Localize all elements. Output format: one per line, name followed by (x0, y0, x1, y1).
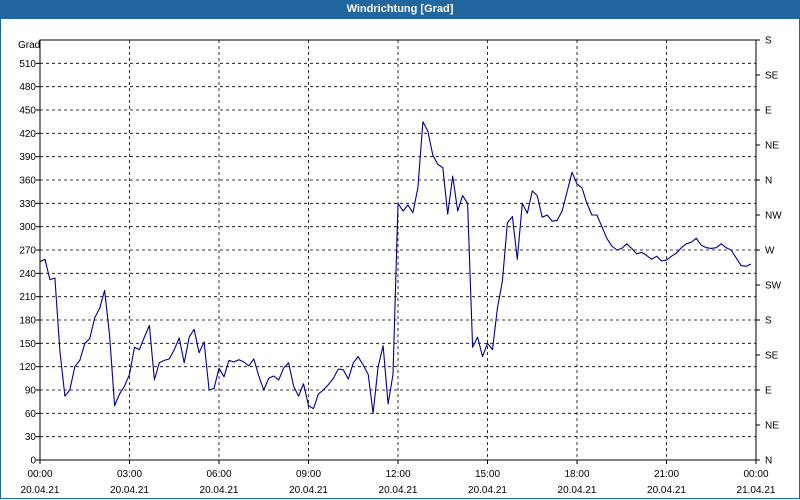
right-direction-label: N (765, 176, 772, 187)
x-axis-tick-labels: 00:00 20.04.21 03:00 20.04.21 06:00 20.04.21 0… (21, 469, 776, 496)
x-tick-time-label: 21:00 (654, 469, 679, 480)
y-tick-label: 390 (19, 152, 36, 163)
right-direction-label: E (765, 386, 772, 397)
right-direction-label: SW (765, 281, 782, 292)
y-tick-label: 240 (19, 269, 36, 280)
x-tick-date-label: 20.04.21 (468, 485, 507, 496)
y-tick-label: 450 (19, 106, 36, 117)
y-tick-label: 420 (19, 129, 36, 140)
x-tick-time-label: 00:00 (27, 469, 52, 480)
x-tick-time-label: 06:00 (206, 469, 231, 480)
x-tick-date-label: 20.04.21 (379, 485, 418, 496)
x-tick-date-label: 21.04.21 (737, 485, 776, 496)
right-direction-label: NW (765, 211, 782, 222)
y-tick-label: 360 (19, 176, 36, 187)
right-direction-label: N (765, 456, 772, 467)
x-tick-date-label: 20.04.21 (289, 485, 328, 496)
right-direction-label: S (765, 316, 772, 327)
x-tick-time-label: 09:00 (296, 469, 321, 480)
y-tick-label: 150 (19, 339, 36, 350)
right-direction-label: NE (765, 421, 779, 432)
y-tick-label: 0 (30, 456, 36, 467)
y-tick-label: 60 (25, 409, 37, 420)
right-direction-label: S (765, 36, 772, 47)
y-tick-label: 210 (19, 292, 36, 303)
right-direction-label: NE (765, 141, 779, 152)
y-tick-label: 90 (25, 386, 37, 397)
y-tick-label: 120 (19, 362, 36, 373)
x-tick-date-label: 20.04.21 (110, 485, 149, 496)
x-tick-date-label: 20.04.21 (647, 485, 686, 496)
series-line (39, 121, 752, 414)
y-tick-label: 270 (19, 246, 36, 257)
grid-lines (40, 40, 756, 460)
right-direction-label: E (765, 106, 772, 117)
right-axis-direction-labels: N NE E SE S SW W NW N NE E SE S (765, 36, 782, 467)
right-direction-label: SE (765, 71, 779, 82)
x-tick-time-label: 03:00 (117, 469, 142, 480)
y-axis-label: Grad (18, 40, 40, 51)
x-tick-time-label: 00:00 (743, 469, 768, 480)
x-tick-date-label: 20.04.21 (558, 485, 597, 496)
y-axis-tick-labels: 0 30 60 90 120 150 180 210 240 270 300 330 360 390 420… (19, 59, 36, 467)
y-tick-label: 510 (19, 59, 36, 70)
right-direction-label: W (765, 246, 775, 257)
y-tick-label: 330 (19, 199, 36, 210)
x-tick-time-label: 15:00 (475, 469, 500, 480)
y-tick-label: 300 (19, 222, 36, 233)
x-tick-time-label: 18:00 (564, 469, 589, 480)
y-tick-label: 30 (25, 432, 37, 443)
right-direction-label: SE (765, 351, 779, 362)
y-tick-label: 180 (19, 316, 36, 327)
x-tick-date-label: 20.04.21 (200, 485, 239, 496)
x-tick-date-label: 20.04.21 (21, 485, 60, 496)
x-tick-time-label: 12:00 (385, 469, 410, 480)
wind-direction-chart: Grad 0 30 60 90 120 150 180 210 240 270 300 330 360 3… (18, 36, 782, 497)
y-tick-label: 480 (19, 82, 36, 93)
